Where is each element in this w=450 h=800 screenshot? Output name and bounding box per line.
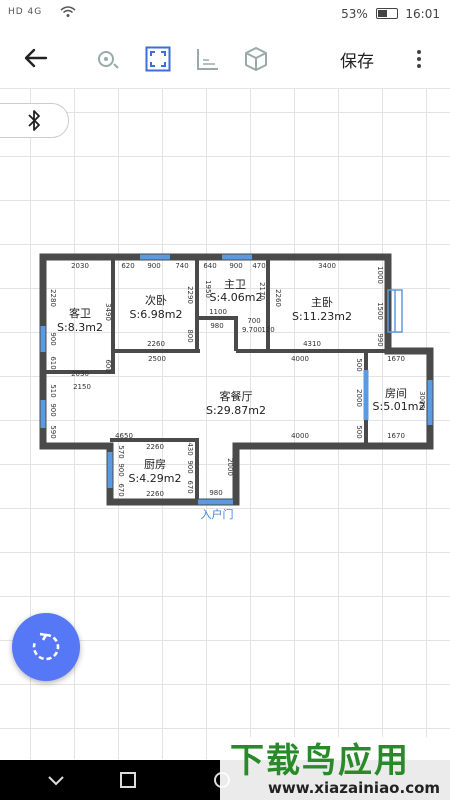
dim-label: 430: [186, 442, 194, 455]
watermark-url: www.xiazainiao.com: [268, 779, 441, 797]
dim-label: 700: [247, 317, 260, 325]
room-name-living-dining: 客餐厅: [220, 389, 253, 403]
dim-label: 900: [229, 262, 242, 270]
watermark-logo: 下载鸟应用 www.xiazainiao.com: [220, 737, 450, 800]
watermark-title: 下载鸟应用: [230, 741, 410, 781]
dim-label: 4310: [303, 340, 321, 348]
dim-label: 510: [49, 384, 57, 397]
dim-label: 120: [261, 326, 274, 334]
dim-label: 670: [186, 480, 194, 493]
dim-label: 9.700: [242, 326, 262, 334]
dim-label: 2260: [146, 443, 164, 451]
dim-label: 1670: [387, 355, 405, 363]
dim-label: 4000: [291, 432, 309, 440]
dim-label: 2290: [186, 286, 194, 304]
dim-label: 990: [376, 333, 384, 346]
dim-label: 980: [209, 489, 222, 497]
dim-label: 600: [104, 359, 112, 372]
dim-label: 3000: [418, 391, 426, 409]
dim-label: 980: [210, 322, 223, 330]
dim-label: 1000: [376, 266, 384, 284]
nav-home-icon[interactable]: [116, 768, 140, 792]
dim-label: 1670: [387, 432, 405, 440]
dim-label: 740: [175, 262, 188, 270]
dim-label: 2000: [355, 389, 363, 407]
dim-label: 2170: [258, 282, 266, 300]
dim-label: 900: [186, 460, 194, 473]
dim-label: 500: [355, 425, 363, 438]
room-name-second-bedroom: 次卧: [145, 293, 167, 307]
rotate-floor-plan-button[interactable]: [12, 613, 80, 681]
dim-label: 2260: [147, 340, 165, 348]
dim-label: 800: [186, 329, 194, 342]
dim-label: 2000: [226, 458, 234, 476]
dim-label: 3400: [318, 262, 336, 270]
dim-label: 2150: [73, 383, 91, 391]
entrance-door-label: 入户门: [201, 507, 234, 521]
dim-label: 610: [49, 356, 57, 369]
dim-label: 900: [117, 463, 125, 476]
dim-label: 2260: [146, 490, 164, 498]
room-area-kitchen: S:4.29m2: [129, 472, 182, 485]
dim-label: 2030: [71, 370, 89, 378]
room-area-master-bath: S:4.06m2: [210, 291, 263, 304]
room-name-room: 房间: [385, 387, 407, 400]
dim-label: 590: [49, 425, 57, 438]
room-area-living-dining: S:29.87m2: [206, 404, 266, 417]
dim-label: 4650: [115, 432, 133, 440]
dim-label: 1950: [204, 280, 212, 298]
room-area-second-bedroom: S:6.98m2: [130, 308, 183, 321]
dim-label: 570: [117, 445, 125, 458]
dim-label: 3490: [104, 303, 112, 321]
dim-label: 2260: [274, 289, 282, 307]
dim-label: 2500: [148, 355, 166, 363]
room-name-kitchen: 厨房: [144, 458, 166, 471]
dim-label: 2030: [71, 262, 89, 270]
dim-label: 900: [49, 403, 57, 416]
dim-label: 2280: [49, 289, 57, 307]
dim-label: 620: [121, 262, 134, 270]
rotate-icon: [32, 632, 60, 661]
dim-label: 1500: [376, 302, 384, 320]
dim-label: 640: [203, 262, 216, 270]
room-name-master-bedroom: 主卧: [311, 296, 333, 309]
dim-label: 900: [147, 262, 160, 270]
dim-label: 670: [117, 483, 125, 496]
dim-label: 900: [49, 332, 57, 345]
dim-label: 4000: [291, 355, 309, 363]
room-area-guest-bath: S:8.3m2: [57, 321, 103, 334]
room-name-guest-bath: 客卫: [69, 306, 91, 320]
room-area-room: S:5.01m2: [373, 400, 426, 413]
room-name-master-bath: 主卫: [224, 278, 246, 291]
dim-label: 500: [355, 358, 363, 371]
dim-label: 1100: [209, 308, 227, 316]
room-area-master-bedroom: S:11.23m2: [292, 310, 352, 323]
dim-label: 470: [252, 262, 265, 270]
nav-back-icon[interactable]: [44, 768, 68, 792]
